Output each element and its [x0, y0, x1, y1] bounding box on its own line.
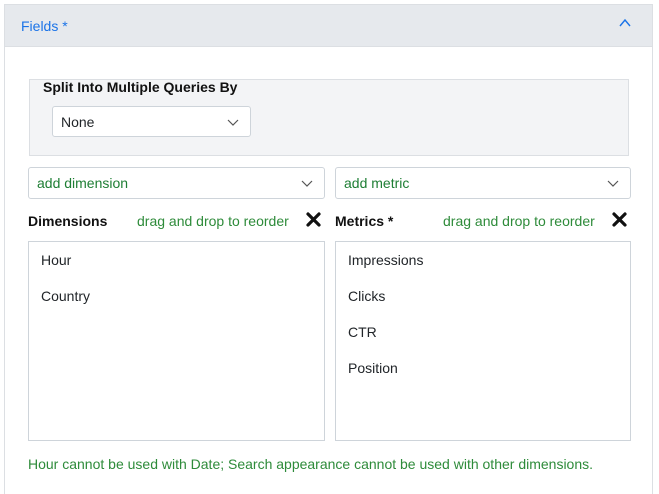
split-queries-value: None: [61, 114, 95, 130]
fields-panel: Fields * Split Into Multiple Queries By …: [4, 4, 653, 494]
metrics-heading: Metrics *: [335, 213, 394, 229]
dimensions-reorder-hint: drag and drop to reorder: [137, 213, 289, 229]
metrics-reorder-hint: drag and drop to reorder: [443, 213, 595, 229]
dimensions-list: Hour Country: [28, 241, 325, 441]
split-queries-label: Split Into Multiple Queries By: [43, 79, 238, 95]
metric-item-impressions[interactable]: Impressions: [348, 252, 423, 268]
chevron-down-icon: [607, 180, 619, 187]
chevron-up-icon[interactable]: [618, 16, 632, 30]
dimension-item-hour[interactable]: Hour: [41, 252, 71, 268]
add-metric-select[interactable]: add metric: [335, 167, 631, 199]
dimension-item-country[interactable]: Country: [41, 288, 90, 304]
fields-panel-header[interactable]: Fields *: [5, 5, 652, 47]
panel-title[interactable]: Fields *: [21, 18, 68, 34]
dimensions-heading: Dimensions: [28, 213, 108, 229]
add-dimension-label: add dimension: [37, 175, 129, 191]
clear-dimensions-icon[interactable]: [305, 211, 322, 228]
clear-metrics-icon[interactable]: [611, 211, 628, 228]
metric-item-ctr[interactable]: CTR: [348, 324, 377, 340]
dimension-compatibility-note: Hour cannot be used with Date; Search ap…: [28, 456, 594, 472]
chevron-down-icon: [301, 180, 313, 187]
split-queries-select[interactable]: None: [52, 106, 251, 137]
metrics-list: Impressions Clicks CTR Position: [335, 241, 631, 441]
add-metric-label: add metric: [344, 175, 410, 191]
metric-item-clicks[interactable]: Clicks: [348, 288, 385, 304]
chevron-down-icon: [227, 119, 239, 126]
split-queries-group: Split Into Multiple Queries By None: [29, 79, 629, 156]
add-dimension-select[interactable]: add dimension: [28, 167, 325, 199]
metric-item-position[interactable]: Position: [348, 360, 398, 376]
